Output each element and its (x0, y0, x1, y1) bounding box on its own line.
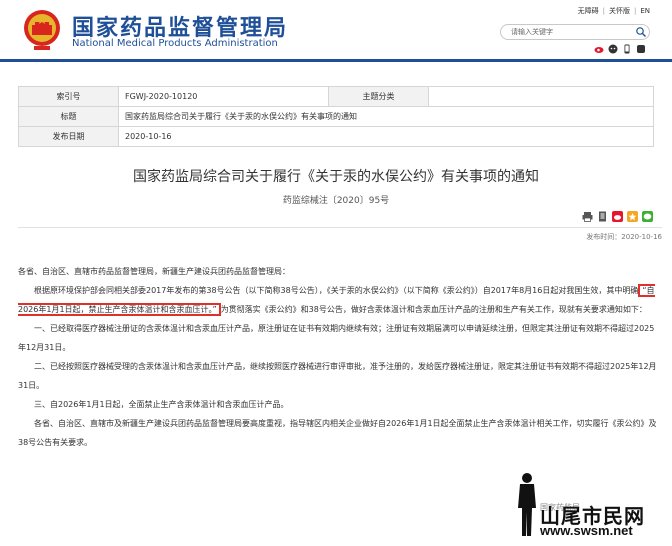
category-label: 主题分类 (328, 86, 429, 107)
national-emblem-icon[interactable] (22, 8, 62, 52)
search-placeholder: 请输入关键字 (511, 28, 553, 36)
table-row: 索引号 FGWJ-2020-10120 主题分类 (18, 86, 654, 107)
article-tools (582, 211, 653, 222)
paragraph: 三、自2026年1月1日起，全面禁止生产含汞体温计和含汞血压计产品。 (34, 400, 289, 409)
index-value: FGWJ-2020-10120 (118, 86, 329, 107)
title-value: 国家药监局综合司关于履行《关于汞的水俣公约》有关事项的通知 (118, 106, 654, 127)
watermark-url: www.swsm.net (540, 523, 633, 538)
separator: | (602, 7, 605, 15)
download-icon[interactable] (597, 211, 608, 222)
paragraph: 各省、自治区、直辖市及新疆生产建设兵团药品监督管理局要高度重视，指导辖区内相关企… (18, 419, 657, 447)
top-links: 无障碍 | 关怀版 | EN (578, 6, 650, 16)
paragraph: 根据原环境保护部会同相关部委2017年发布的第38号公告（以下简称38号公告），… (18, 281, 661, 319)
site-header: 国家药品监督管理局 National Medical Products Admi… (0, 0, 672, 62)
divider (18, 227, 662, 228)
date-label: 发布日期 (18, 126, 119, 147)
article-title: 国家药监局综合司关于履行《关于汞的水俣公约》有关事项的通知 (133, 169, 539, 185)
document-number: 药监综械注〔2020〕95号 (282, 196, 390, 206)
share-qzone-icon[interactable] (627, 211, 638, 222)
search-icon[interactable] (635, 26, 647, 38)
site-title-en: National Medical Products Administration (72, 38, 278, 49)
paragraph-text: 为贯彻落实《汞公约》和38号公告，做好含汞体温计和含汞血压计产品的注册和生产有关… (220, 305, 647, 314)
print-icon[interactable] (582, 211, 593, 222)
app-icon[interactable] (636, 44, 646, 54)
accessibility-link[interactable]: 无障碍 (578, 6, 599, 16)
table-row: 发布日期 2020-10-16 (18, 126, 654, 147)
share-weibo-icon[interactable] (612, 211, 623, 222)
document-meta-table: 索引号 FGWJ-2020-10120 主题分类 标题 国家药监局综合司关于履行… (18, 86, 654, 147)
wechat-icon[interactable] (608, 44, 618, 54)
separator: | (633, 7, 637, 15)
title-label: 标题 (18, 106, 119, 127)
care-mode-link[interactable]: 关怀版 (609, 6, 630, 16)
share-wechat-icon[interactable] (642, 211, 653, 222)
english-link[interactable]: EN (640, 7, 650, 15)
paragraph: 一、已经取得医疗器械注册证的含汞体温计和含汞血压计产品，原注册证在证书有效期内继… (18, 324, 655, 352)
social-links (594, 44, 646, 54)
date-value: 2020-10-16 (118, 126, 654, 147)
paragraph-text: 根据原环境保护部会同相关部委2017年发布的第38号公告（以下简称38号公告），… (34, 286, 639, 295)
salutation: 各省、自治区、直辖市药品监督管理局，新疆生产建设兵团药品监督管理局： (18, 267, 290, 276)
article-body: 各省、自治区、直辖市药品监督管理局，新疆生产建设兵团药品监督管理局： 根据原环境… (18, 262, 661, 452)
category-value (428, 86, 654, 107)
table-row: 标题 国家药监局综合司关于履行《关于汞的水俣公约》有关事项的通知 (18, 106, 654, 127)
mobile-icon[interactable] (622, 44, 632, 54)
watermark-figure-icon (518, 473, 536, 536)
publish-time: 发布时间：2020-10-16 (586, 233, 662, 241)
weibo-icon[interactable] (594, 44, 604, 54)
search-input[interactable]: 请输入关键字 (500, 24, 650, 40)
paragraph: 二、已经按照医疗器械受理的含汞体温计和含汞血压计产品，继续按照医疗器械进行审评审… (18, 362, 657, 390)
index-label: 索引号 (18, 86, 119, 107)
